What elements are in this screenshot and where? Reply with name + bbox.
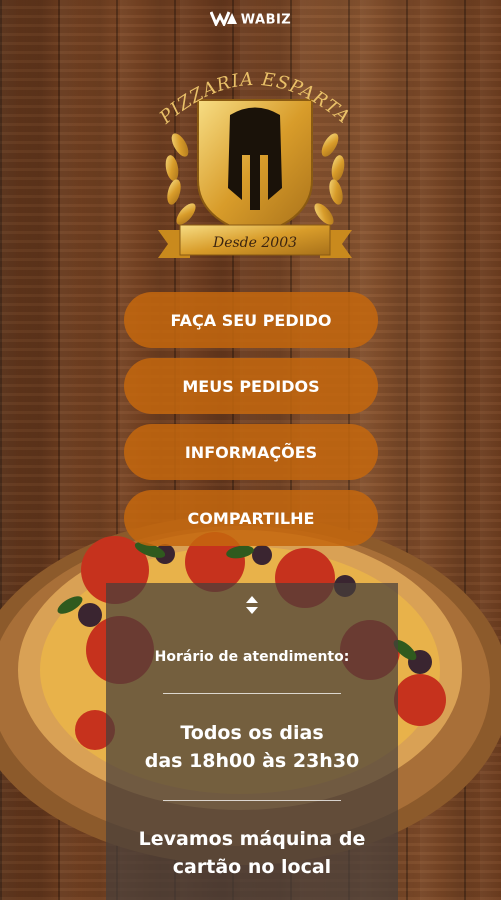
- card-notice-line1: Levamos máquina de: [138, 828, 366, 850]
- brand-header: WABIZ: [0, 10, 501, 30]
- opening-days: Todos os dias: [180, 722, 324, 744]
- info-panel: Horário de atendimento: Todos os dias da…: [106, 583, 398, 900]
- divider: [163, 693, 341, 694]
- my-orders-button[interactable]: MEUS PEDIDOS: [124, 358, 378, 414]
- pizzaria-logo: Desde 2003 PIZZARIA ESPARTA: [150, 60, 360, 275]
- order-button[interactable]: FAÇA SEU PEDIDO: [124, 292, 378, 348]
- info-button[interactable]: INFORMAÇÕES: [124, 424, 378, 480]
- share-button[interactable]: COMPARTILHE: [124, 490, 378, 546]
- card-machine-notice: Levamos máquina de cartão no local: [106, 825, 398, 881]
- opening-hours-label: Horário de atendimento:: [154, 649, 350, 665]
- wabiz-logo-icon: [209, 10, 238, 30]
- opening-time: das 18h00 às 23h30: [144, 750, 360, 772]
- divider: [163, 800, 341, 801]
- logo-since-text: Desde 2003: [212, 235, 297, 251]
- card-notice-line2: cartão no local: [172, 856, 332, 878]
- expand-arrows-icon[interactable]: [244, 595, 260, 615]
- opening-hours-text: Todos os dias das 18h00 às 23h30: [106, 719, 398, 775]
- brand-name: WABIZ: [240, 12, 292, 28]
